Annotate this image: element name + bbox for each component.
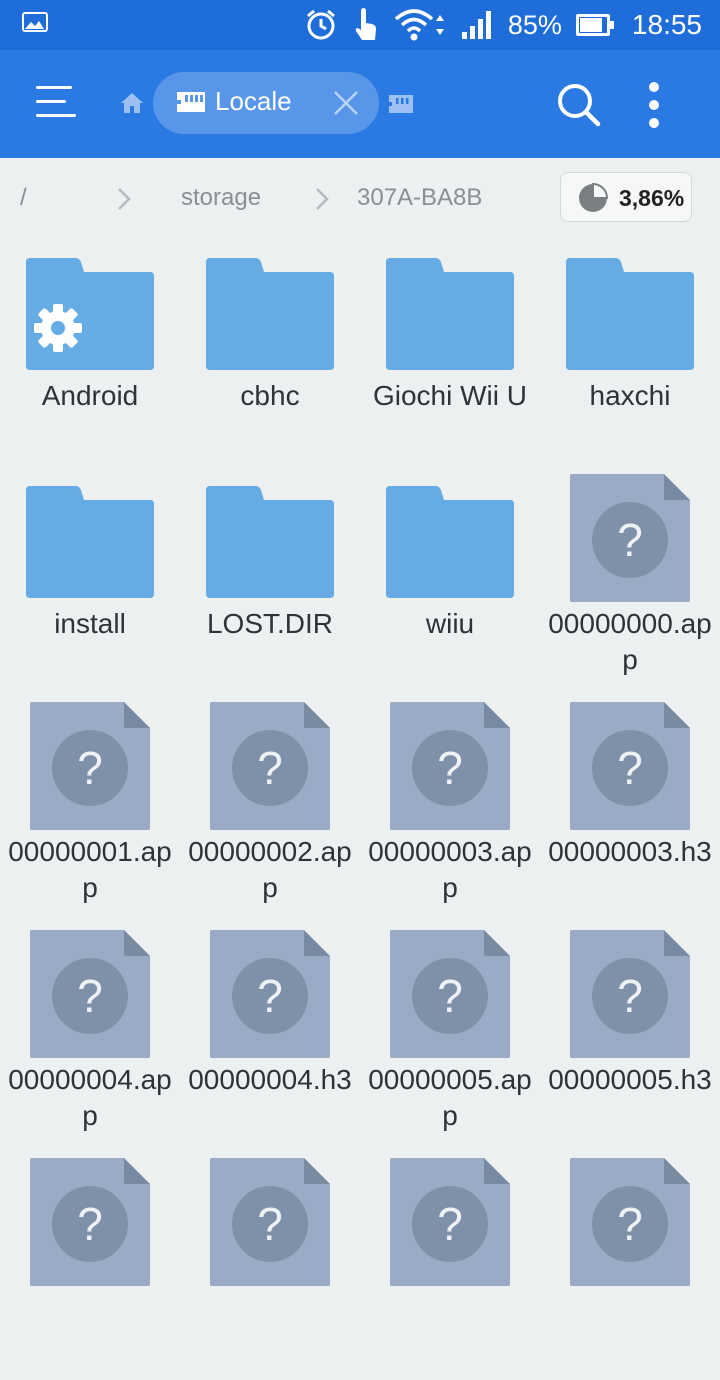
unknown-file-icon: ?: [210, 930, 330, 1058]
sd-card-icon[interactable]: [388, 94, 414, 114]
settings-gear-icon: [34, 304, 82, 352]
folder-icon: [206, 486, 334, 598]
file-item[interactable]: ? 00000001.app: [0, 696, 180, 924]
folder-item[interactable]: Android: [0, 240, 180, 468]
svg-text:?: ?: [617, 1198, 643, 1250]
svg-text:?: ?: [437, 1198, 463, 1250]
file-item[interactable]: ? 00000004.h3: [180, 924, 360, 1152]
storage-usage-button[interactable]: 3,86%: [560, 172, 692, 222]
item-label: LOST.DIR: [206, 608, 334, 639]
file-item[interactable]: ? 00000003.app: [360, 696, 540, 924]
svg-text:?: ?: [617, 514, 643, 566]
svg-text:?: ?: [257, 970, 283, 1022]
folder-item[interactable]: haxchi: [540, 240, 720, 468]
item-label: 00000000.app: [548, 608, 712, 675]
folder-icon: [386, 486, 514, 598]
unknown-file-icon: ?: [210, 1158, 330, 1286]
wifi-icon: [394, 9, 444, 41]
unknown-file-icon: ?: [570, 474, 690, 602]
folder-icon: [386, 258, 514, 370]
unknown-file-icon: ?: [390, 1158, 510, 1286]
pie-chart-icon: [579, 182, 609, 212]
unknown-file-icon: ?: [570, 702, 690, 830]
search-icon[interactable]: [556, 82, 602, 128]
svg-text:?: ?: [257, 1198, 283, 1250]
home-icon[interactable]: [120, 92, 144, 114]
item-label: 00000001.app: [8, 836, 172, 903]
signal-icon: [461, 11, 491, 39]
svg-text:?: ?: [437, 742, 463, 794]
menu-icon[interactable]: [36, 86, 76, 122]
unknown-file-icon: ?: [570, 930, 690, 1058]
item-label: 00000003.h3: [548, 836, 712, 867]
breadcrumb-storage[interactable]: storage: [181, 184, 261, 212]
item-label: cbhc: [240, 380, 300, 411]
breadcrumb: / storage 307A-BA8B 3,86%: [0, 158, 720, 240]
item-label: 00000004.h3: [188, 1064, 352, 1095]
file-item[interactable]: ?: [540, 1152, 720, 1380]
unknown-file-icon: ?: [210, 702, 330, 830]
unknown-file-icon: ?: [390, 702, 510, 830]
unknown-file-icon: ?: [570, 1158, 690, 1286]
svg-text:?: ?: [617, 742, 643, 794]
clock: 18:55: [631, 9, 702, 40]
item-label: install: [54, 608, 126, 639]
file-item[interactable]: ? 00000004.app: [0, 924, 180, 1152]
unknown-file-icon: ?: [30, 702, 150, 830]
folder-icon: [566, 258, 694, 370]
item-label: haxchi: [589, 380, 671, 411]
file-item[interactable]: ?: [180, 1152, 360, 1380]
item-label: Giochi Wii U: [372, 380, 527, 411]
breadcrumb-root[interactable]: /: [20, 184, 27, 212]
svg-text:?: ?: [77, 970, 103, 1022]
tab-label: Locale: [215, 86, 292, 116]
unknown-file-icon: ?: [30, 930, 150, 1058]
close-icon[interactable]: [331, 88, 361, 118]
file-item[interactable]: ?: [360, 1152, 540, 1380]
tab-locale[interactable]: Locale: [153, 72, 379, 134]
touch-icon: [355, 8, 376, 40]
item-label: wiiu: [425, 608, 475, 639]
svg-text:?: ?: [77, 1198, 103, 1250]
folder-item[interactable]: install: [0, 468, 180, 696]
folder-item[interactable]: LOST.DIR: [180, 468, 360, 696]
folder-icon: [26, 486, 154, 598]
chevron-right-icon: [118, 188, 131, 210]
battery-icon: [575, 14, 614, 36]
file-item[interactable]: ? 00000000.app: [540, 468, 720, 696]
unknown-file-icon: ?: [390, 930, 510, 1058]
svg-text:?: ?: [617, 970, 643, 1022]
battery-percent: 85%: [507, 9, 562, 40]
item-label: 00000004.app: [8, 1064, 172, 1131]
more-icon[interactable]: [648, 82, 660, 128]
status-bar: 85% 18:55: [0, 0, 720, 50]
file-item[interactable]: ?: [0, 1152, 180, 1380]
file-item[interactable]: ? 00000003.h3: [540, 696, 720, 924]
usage-percent: 3,86%: [619, 185, 685, 211]
toolbar: Locale: [0, 50, 720, 158]
file-item[interactable]: ? 00000005.h3: [540, 924, 720, 1152]
folder-item[interactable]: Giochi Wii U: [360, 240, 540, 468]
chevron-right-icon: [316, 188, 329, 210]
item-label: 00000005.app: [368, 1064, 532, 1131]
breadcrumb-current[interactable]: 307A-BA8B: [357, 184, 482, 212]
item-label: 00000003.app: [368, 836, 532, 903]
svg-text:?: ?: [257, 742, 283, 794]
folder-icon: [206, 258, 334, 370]
file-item[interactable]: ? 00000002.app: [180, 696, 360, 924]
sd-card-icon: [177, 92, 205, 112]
folder-item[interactable]: wiiu: [360, 468, 540, 696]
gallery-icon: [22, 12, 48, 32]
item-label: 00000005.h3: [548, 1064, 712, 1095]
alarm-icon: [306, 9, 335, 40]
unknown-file-icon: ?: [30, 1158, 150, 1286]
file-item[interactable]: ? 00000005.app: [360, 924, 540, 1152]
svg-text:?: ?: [437, 970, 463, 1022]
item-label: 00000002.app: [188, 836, 352, 903]
svg-text:?: ?: [77, 742, 103, 794]
item-label: Android: [41, 380, 139, 411]
folder-item[interactable]: cbhc: [180, 240, 360, 468]
